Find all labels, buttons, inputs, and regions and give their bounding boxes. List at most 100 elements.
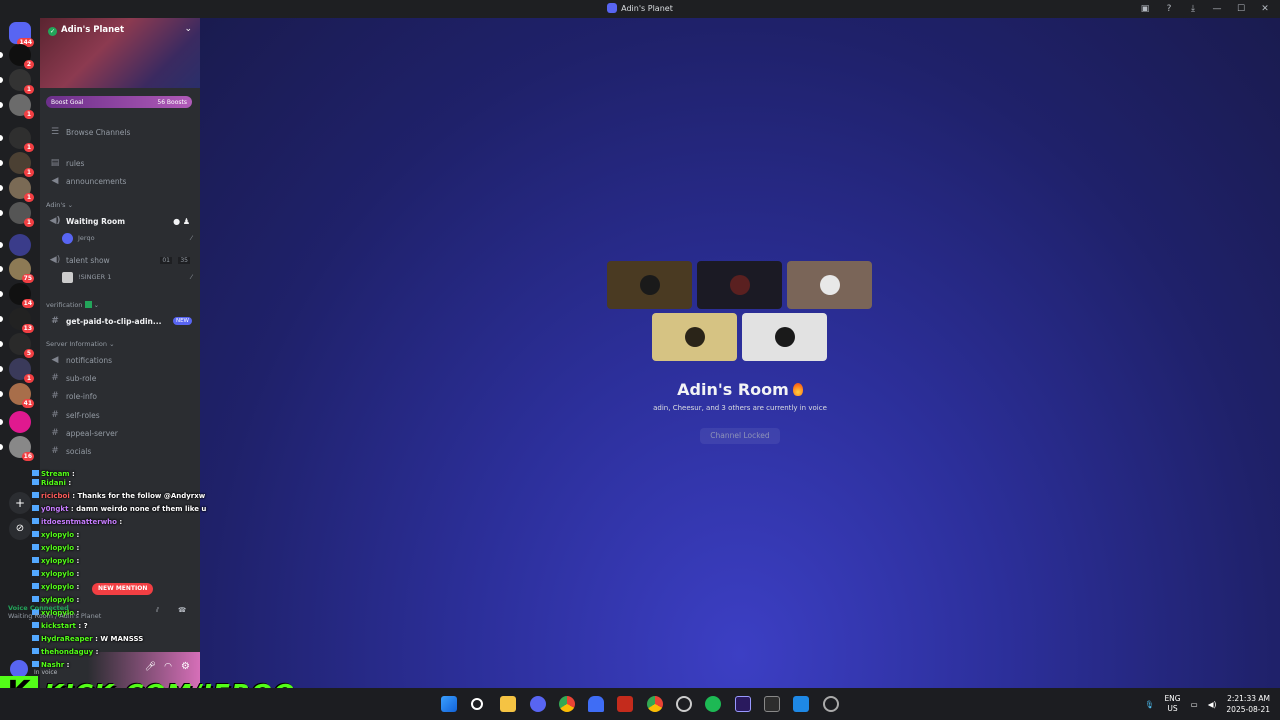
volume-icon[interactable]: ◀)	[1208, 700, 1217, 709]
server-icon-15[interactable]	[0, 411, 31, 433]
server-icon-11[interactable]: 13	[0, 308, 34, 333]
chat-username[interactable]: xylopylo	[41, 544, 74, 552]
mute-icon: ⁄	[190, 234, 192, 242]
server-icon-8[interactable]	[0, 234, 31, 256]
voice-user-singer[interactable]: !SINGER 1 ⁄	[62, 270, 192, 284]
server-icon-2[interactable]: 1	[0, 69, 34, 94]
category-label: Adin's	[46, 201, 66, 209]
server-name[interactable]: ✓ Adin's Planet	[48, 25, 124, 36]
server-icon-13[interactable]: 1	[0, 358, 34, 383]
help-icon[interactable]: ?	[1162, 2, 1176, 16]
chat-username[interactable]: thehondaguy	[41, 648, 93, 656]
server-banner[interactable]: ✓ Adin's Planet ⌄	[40, 18, 200, 88]
app-icon[interactable]	[588, 696, 604, 712]
microphone-tray-icon[interactable]: 🎙︎	[1145, 700, 1155, 709]
participant-tile[interactable]	[697, 261, 782, 309]
app-icon-3[interactable]	[823, 696, 839, 712]
channel-socials[interactable]: # socials	[48, 443, 194, 459]
participant-tile[interactable]	[652, 313, 737, 361]
voice-user-jerqo[interactable]: Jerqo ⁄	[62, 231, 192, 245]
boost-goal-bar[interactable]: Boost Goal 56 Boosts	[46, 96, 192, 108]
premiere-icon[interactable]	[735, 696, 751, 712]
disconnect-icon[interactable]: ☎	[178, 606, 186, 614]
server-icon-5[interactable]: 1	[0, 152, 34, 177]
server-icon-1[interactable]: 2	[0, 44, 34, 69]
chat-username[interactable]: ricicboi	[41, 492, 70, 500]
voice-app-icon[interactable]	[617, 696, 633, 712]
participant-tile[interactable]	[787, 261, 872, 309]
home-button[interactable]: 144	[9, 22, 34, 47]
channel-appeal-server[interactable]: # appeal-server	[48, 425, 194, 441]
chat-username[interactable]: kickstart	[41, 622, 76, 630]
download-icon[interactable]: ⤓	[1186, 2, 1200, 16]
channel-sub-role[interactable]: # sub-role	[48, 370, 194, 386]
category-verification[interactable]: verification ⌄	[46, 301, 99, 309]
chat-username[interactable]: xylopylo	[41, 570, 74, 578]
unread-pill	[0, 341, 3, 347]
add-server-icon[interactable]: +	[9, 492, 31, 514]
chevron-down-icon[interactable]: ⌄	[184, 24, 192, 34]
category-adins[interactable]: Adin's ⌄	[46, 201, 73, 209]
discover-icon[interactable]: ⊘	[9, 518, 31, 540]
noise-suppression-icon[interactable]: ⫽	[156, 606, 159, 615]
mention-badge: 1	[24, 193, 34, 202]
server-icon-9[interactable]: 75	[0, 258, 34, 283]
channel-notifications[interactable]: ◀ notifications	[48, 352, 194, 368]
channel-rules[interactable]: ▤ rules	[48, 155, 194, 171]
voice-channel-waiting-room[interactable]: ◀) Waiting Room ● ♟	[48, 213, 194, 229]
chrome-icon[interactable]	[559, 696, 575, 712]
server-icon-12[interactable]: 5	[0, 333, 34, 358]
chat-message: Stream :	[32, 470, 75, 478]
language-indicator[interactable]: ENG US	[1164, 694, 1180, 714]
minimize-icon[interactable]: —	[1210, 2, 1224, 16]
channel-role-info[interactable]: # role-info	[48, 388, 194, 404]
voice-status-panel: Voice Connected Waiting Room / Adin's Pl…	[8, 604, 198, 620]
search-icon[interactable]	[471, 698, 483, 710]
server-icon-14[interactable]: 41	[0, 383, 34, 408]
participant-tile[interactable]	[742, 313, 827, 361]
chat-username[interactable]: HydraReaper	[41, 635, 93, 643]
chat-username[interactable]: Nashr	[41, 661, 64, 669]
chat-username[interactable]: xylopylo	[41, 557, 74, 565]
network-icon[interactable]: ▭	[1191, 700, 1198, 709]
browse-channels[interactable]: ☰ Browse Channels	[48, 124, 194, 140]
voice-channel-talent-show[interactable]: ◀) talent show 01 35	[48, 252, 194, 268]
start-icon[interactable]	[441, 696, 457, 712]
voice-connected-label[interactable]: Voice Connected	[8, 604, 198, 612]
chat-username[interactable]: y0ngkt	[41, 505, 68, 513]
fire-icon	[792, 383, 803, 396]
channel-announcements[interactable]: ◀ announcements	[48, 173, 194, 189]
obs-icon[interactable]	[676, 696, 692, 712]
close-icon[interactable]: ✕	[1258, 2, 1272, 16]
chrome-profile-icon[interactable]	[647, 696, 663, 712]
server-icon-16[interactable]: 16	[0, 436, 34, 461]
chat-username[interactable]: itdoesntmatterwho	[41, 518, 117, 526]
maximize-icon[interactable]: ☐	[1234, 2, 1248, 16]
chat-username[interactable]: Ridani	[41, 479, 66, 487]
app-icon-2[interactable]	[793, 696, 809, 712]
spotify-icon[interactable]	[705, 696, 721, 712]
channel-self-roles[interactable]: # self-roles	[48, 407, 194, 423]
server-icon-3[interactable]: 1	[0, 94, 34, 119]
chat-username[interactable]: xylopylo	[41, 596, 74, 604]
category-server-information[interactable]: Server Information ⌄	[46, 340, 115, 348]
channel-label: sub-role	[66, 373, 97, 383]
chat-icon[interactable]: ● ♟	[173, 217, 190, 226]
participant-tile[interactable]	[607, 261, 692, 309]
chat-username[interactable]: Stream	[41, 470, 70, 478]
chat-username[interactable]: xylopylo	[41, 531, 74, 539]
channel-locked-button[interactable]: Channel Locked	[700, 428, 780, 444]
discord-icon[interactable]	[530, 696, 546, 712]
inbox-icon[interactable]: ▣	[1138, 2, 1152, 16]
server-icon-4[interactable]: 1	[0, 127, 34, 152]
mention-badge: 16	[21, 452, 34, 461]
chat-username[interactable]: xylopylo	[41, 583, 74, 591]
clock[interactable]: 2:21:33 AM 2025-08-21	[1226, 693, 1270, 715]
file-explorer-icon[interactable]	[500, 696, 516, 712]
new-mention-badge[interactable]: NEW MENTION	[92, 583, 154, 595]
server-icon-7[interactable]: 1	[0, 202, 34, 227]
voice-location[interactable]: Waiting Room / Adin's Planet	[8, 612, 198, 620]
server-icon-6[interactable]: 1	[0, 177, 34, 202]
terminal-icon[interactable]	[764, 696, 780, 712]
server-icon-10[interactable]: 14	[0, 283, 34, 308]
